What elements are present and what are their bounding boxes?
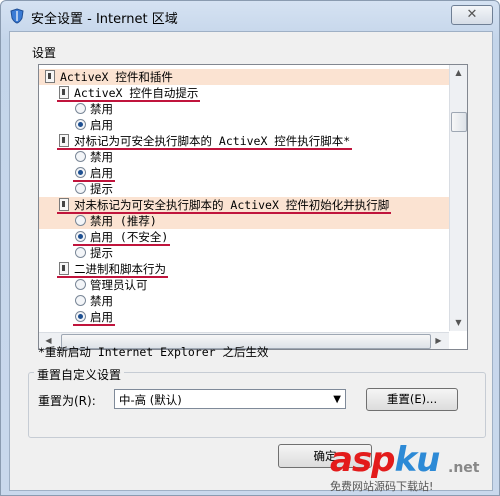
tree-item-label: 对未标记为可安全执行脚本的 ActiveX 控件初始化并执行脚 [74, 198, 390, 212]
radio-unselected-icon[interactable] [75, 215, 86, 226]
tree-item-label: 禁用 [90, 102, 113, 116]
annotation-underline [57, 212, 391, 214]
title-bar[interactable]: 安全设置 - Internet 区域 ✕ [1, 1, 499, 31]
annotation-underline [57, 276, 168, 278]
window-title: 安全设置 - Internet 区域 [31, 12, 178, 27]
security-level-select[interactable]: 中-高 (默认) ▼ [114, 389, 346, 409]
dialog-body: 设置 ActiveX 控件和插件 ActiveX 控件自动提示 禁用 启用 对标记为可安… [9, 31, 493, 491]
radio-option[interactable]: 禁用 [39, 293, 449, 309]
radio-selected-icon[interactable] [75, 167, 86, 178]
tree-item-label: 对标记为可安全执行脚本的 ActiveX 控件执行脚本* [74, 134, 351, 148]
tree-item-label: 禁用 [90, 150, 113, 164]
security-level-value: 中-高 (默认) [119, 393, 182, 407]
vertical-scrollbar[interactable]: ▲ ▼ [449, 65, 467, 331]
watermark-brand-a: asp [330, 440, 396, 480]
tree-item-label: 二进制和脚本行为 [74, 262, 166, 276]
setting-icon [59, 134, 69, 147]
vertical-scroll-thumb[interactable] [451, 112, 467, 132]
scroll-down-icon[interactable]: ▼ [451, 315, 466, 330]
chevron-down-icon: ▼ [333, 394, 341, 405]
tree-item-label: 启用 [90, 118, 113, 132]
settings-tree[interactable]: ActiveX 控件和插件 ActiveX 控件自动提示 禁用 启用 对标记为可安全执行… [38, 64, 468, 350]
radio-unselected-icon[interactable] [75, 103, 86, 114]
radio-option[interactable]: 提示 [39, 181, 449, 197]
tree-item-label: 启用 (不安全) [90, 230, 169, 244]
watermark-brand-b: ku [394, 440, 441, 480]
close-icon: ✕ [466, 7, 478, 22]
tree-item-label: 提示 [90, 182, 113, 196]
tree-item-label: ActiveX 控件和插件 [60, 70, 173, 84]
annotation-underline [73, 324, 115, 326]
setting-icon [45, 70, 55, 83]
security-settings-window: 安全设置 - Internet 区域 ✕ 设置 ActiveX 控件和插件 Act… [0, 0, 500, 496]
tree-item-label: 提示 [90, 246, 113, 260]
radio-selected-icon[interactable] [75, 231, 86, 242]
radio-option[interactable]: 禁用 [39, 149, 449, 165]
restart-note: *重新启动 Internet Explorer 之后生效 [38, 345, 269, 359]
annotation-underline [57, 148, 352, 150]
watermark-logo: aspku [330, 440, 441, 480]
watermark-suffix: .net [448, 460, 480, 476]
radio-option[interactable]: 禁用 [39, 101, 449, 117]
radio-option[interactable]: 启用 (不安全) [39, 229, 449, 245]
tree-setting[interactable]: 二进制和脚本行为 [39, 261, 449, 277]
radio-option[interactable]: 启用 [39, 117, 449, 133]
radio-option[interactable]: 管理员认可 [39, 277, 449, 293]
annotation-underline [73, 244, 170, 246]
radio-selected-icon[interactable] [75, 311, 86, 322]
annotation-underline [73, 180, 115, 182]
scroll-right-icon[interactable]: ▶ [431, 333, 446, 348]
radio-unselected-icon[interactable] [75, 151, 86, 162]
setting-icon [59, 86, 69, 99]
reset-button[interactable]: 重置(E)... [366, 388, 458, 411]
radio-option[interactable]: 禁用 (推荐) [39, 213, 449, 229]
setting-icon [59, 262, 69, 275]
close-button[interactable]: ✕ [451, 5, 493, 25]
tree-group[interactable]: ActiveX 控件和插件 [39, 69, 449, 85]
radio-option[interactable]: 提示 [39, 245, 449, 261]
tree-item-label: 管理员认可 [90, 278, 148, 292]
tree-setting[interactable]: 对标记为可安全执行脚本的 ActiveX 控件执行脚本* [39, 133, 449, 149]
scroll-up-icon[interactable]: ▲ [451, 65, 466, 80]
tree-item-label: 启用 [90, 166, 113, 180]
radio-unselected-icon[interactable] [75, 183, 86, 194]
tree-item-label: 禁用 (推荐) [90, 214, 157, 228]
radio-unselected-icon[interactable] [75, 279, 86, 290]
reset-to-label: 重置为(R): [38, 394, 96, 408]
annotation-underline [57, 100, 200, 102]
radio-option[interactable]: 启用 [39, 165, 449, 181]
tree-item-label: ActiveX 控件自动提示 [74, 86, 199, 100]
reset-group-title: 重置自定义设置 [34, 366, 125, 383]
tree-item-label: 启用 [90, 310, 113, 324]
tree-setting[interactable]: 对未标记为可安全执行脚本的 ActiveX 控件初始化并执行脚 [39, 197, 449, 213]
radio-option[interactable]: 启用 [39, 309, 449, 325]
radio-unselected-icon[interactable] [75, 247, 86, 258]
setting-icon [59, 198, 69, 211]
tree-item-label: 禁用 [90, 294, 113, 308]
watermark-subtitle: 免费网站源码下载站! [330, 480, 434, 493]
shield-icon [10, 8, 24, 24]
radio-selected-icon[interactable] [75, 119, 86, 130]
tree-setting[interactable]: ActiveX 控件自动提示 [39, 85, 449, 101]
settings-label: 设置 [32, 46, 57, 60]
radio-unselected-icon[interactable] [75, 295, 86, 306]
